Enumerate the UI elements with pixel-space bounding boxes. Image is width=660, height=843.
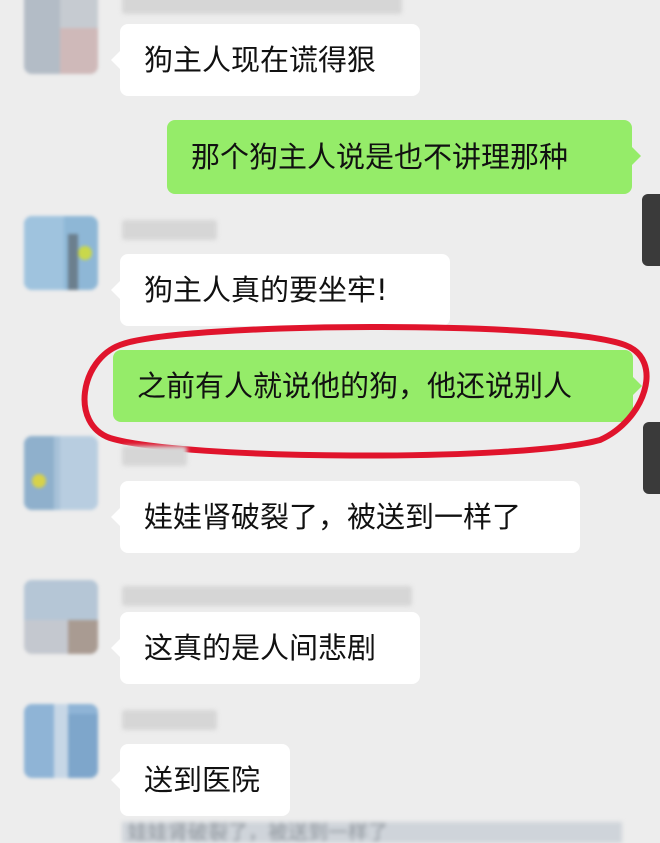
bubble-tail (111, 507, 121, 527)
avatar[interactable] (24, 216, 98, 290)
bubble-tail (631, 146, 641, 166)
message-text: 狗主人真的要坐牢! (144, 273, 388, 307)
message-text: 娃娃肾破裂了，被送到一样了 (144, 500, 522, 534)
chat-window: 狗主人现在谎得狠 那个狗主人说是也不讲理那种 狗主人真的要坐牢! 之前有人就说他… (0, 0, 660, 843)
message-bubble-received[interactable]: 娃娃肾破裂了，被送到一样了 (111, 481, 580, 553)
message-text: 狗主人现在谎得狠 (144, 43, 377, 77)
message-bubble-sent[interactable]: 之前有人就说他的狗，他还说别人 (113, 350, 660, 494)
sender-name (122, 710, 217, 730)
bubble-tail (111, 280, 121, 300)
avatar[interactable] (24, 580, 98, 654)
avatar[interactable] (24, 436, 98, 510)
self-avatar[interactable] (642, 194, 660, 266)
message-text: 送到医院 (144, 763, 261, 797)
quoted-message-text: 娃娃肾破裂了，被送到一样了 (128, 820, 388, 843)
bubble-tail (632, 376, 642, 396)
quoted-message-preview: 娃娃肾破裂了，被送到一样了 (122, 822, 622, 843)
avatar[interactable] (24, 704, 98, 778)
message-text: 这真的是人间悲剧 (144, 631, 377, 665)
self-avatar[interactable] (643, 422, 660, 494)
avatar[interactable] (24, 0, 98, 74)
message-text: 那个狗主人说是也不讲理那种 (191, 140, 569, 174)
message-bubble-received[interactable]: 狗主人现在谎得狠 (111, 24, 420, 96)
message-bubble-received[interactable]: 这真的是人间悲剧 (111, 612, 420, 684)
message-text: 之前有人就说他的狗，他还说别人 (137, 369, 573, 403)
sender-name (122, 446, 187, 466)
message-bubble-sent[interactable]: 那个狗主人说是也不讲理那种 (167, 120, 660, 266)
bubble-tail (111, 50, 121, 70)
bubble-tail (111, 638, 121, 658)
bubble-tail (111, 770, 121, 790)
sender-name (122, 0, 402, 14)
message-bubble-received[interactable]: 狗主人真的要坐牢! (111, 254, 450, 326)
sender-name (122, 220, 217, 240)
sender-name (122, 586, 412, 606)
message-bubble-received[interactable]: 送到医院 (111, 744, 290, 816)
